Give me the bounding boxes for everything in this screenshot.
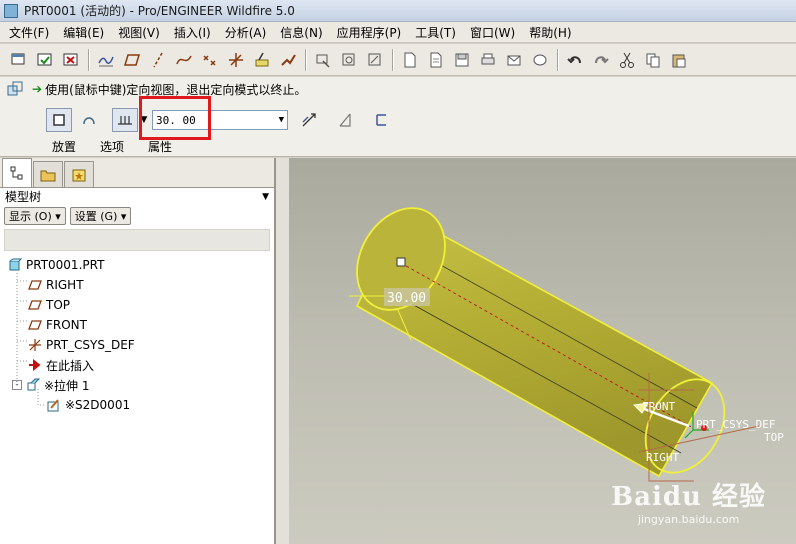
menu-insert[interactable]: 插入(I) bbox=[167, 24, 218, 41]
tree-item-label: ※S2D0001 bbox=[65, 398, 131, 412]
message-arrow-icon: ➔ bbox=[32, 82, 43, 96]
title-bar: PRT0001 (活动的) - Pro/ENGINEER Wildfire 5.… bbox=[0, 0, 796, 22]
datum-label-right: RIGHT bbox=[646, 451, 679, 464]
watermark-url: jingyan.baidu.com bbox=[637, 513, 740, 526]
menu-window[interactable]: 窗口(W) bbox=[463, 24, 522, 41]
menu-bar: 文件(F) 编辑(E) 视图(V) 插入(I) 分析(A) 信息(N) 应用程序… bbox=[0, 22, 796, 43]
redo-icon[interactable] bbox=[590, 49, 612, 71]
point-icon[interactable] bbox=[199, 49, 221, 71]
panel-splitter[interactable] bbox=[276, 158, 289, 544]
orient-icon[interactable] bbox=[338, 49, 360, 71]
highlight-annotation-box bbox=[139, 96, 211, 140]
toolbar-separator bbox=[88, 48, 89, 71]
blind-depth-icon bbox=[118, 116, 132, 125]
layer-icon[interactable] bbox=[8, 49, 30, 71]
window-title: PRT0001 (活动的) - Pro/ENGINEER Wildfire 5.… bbox=[24, 4, 295, 18]
datum-label-front: FRONT bbox=[642, 400, 675, 413]
message-text: 使用(鼠标中键)定向视图，退出定向模式以终止。 bbox=[45, 82, 307, 97]
regen-icon[interactable] bbox=[34, 49, 56, 71]
model-tree-icon bbox=[10, 166, 23, 180]
tab-model-tree[interactable] bbox=[2, 158, 32, 187]
tab-options[interactable]: 选项 bbox=[88, 136, 136, 157]
analysis-icon[interactable] bbox=[277, 49, 299, 71]
print-icon[interactable] bbox=[477, 49, 499, 71]
depth-option-button[interactable] bbox=[112, 108, 138, 132]
surface-icon bbox=[83, 117, 95, 125]
save-icon[interactable] bbox=[451, 49, 473, 71]
dimension-label[interactable]: 30.00 bbox=[387, 291, 426, 306]
cut-icon[interactable] bbox=[616, 49, 638, 71]
dashboard-controls: ▼ 30. 00 ▼ bbox=[46, 107, 398, 133]
remove-material-button[interactable] bbox=[332, 108, 358, 132]
flip-direction-button[interactable] bbox=[296, 108, 322, 132]
mail-icon[interactable] bbox=[529, 49, 551, 71]
solid-toggle-button[interactable] bbox=[46, 108, 72, 132]
sketch-icon[interactable] bbox=[251, 49, 273, 71]
menu-help[interactable]: 帮助(H) bbox=[522, 24, 578, 41]
csys-icon[interactable] bbox=[225, 49, 247, 71]
chevron-down-icon[interactable]: ▼ bbox=[262, 192, 269, 202]
tab-folder-browser[interactable] bbox=[33, 161, 63, 187]
thicken-sketch-button[interactable] bbox=[368, 108, 394, 132]
thicken-icon bbox=[376, 114, 386, 126]
open-icon[interactable] bbox=[425, 49, 447, 71]
undo-icon[interactable] bbox=[564, 49, 586, 71]
depth-drag-handle[interactable] bbox=[396, 257, 406, 267]
flip-direction-icon bbox=[302, 113, 316, 127]
remove-material-icon bbox=[339, 113, 351, 127]
model-tree-title: 模型树 bbox=[5, 190, 42, 204]
datum-label-csys: PRT_CSYS_DEF bbox=[696, 418, 775, 431]
datum-axis-icon[interactable] bbox=[95, 49, 117, 71]
menu-file[interactable]: 文件(F) bbox=[2, 24, 56, 41]
model-tree-controls: 显示 (O) ▾ 设置 (G) ▾ bbox=[0, 205, 274, 227]
watermark: Baidu 经验 jingyan.baidu.com bbox=[611, 476, 766, 526]
menu-view[interactable]: 视图(V) bbox=[111, 24, 167, 41]
surface-toggle-button[interactable] bbox=[76, 108, 102, 132]
menu-analysis[interactable]: 分析(A) bbox=[218, 24, 274, 41]
axis-icon[interactable] bbox=[147, 49, 169, 71]
main-toolbar bbox=[0, 44, 796, 76]
model-tree-search-bar bbox=[4, 229, 270, 251]
toolbar-separator bbox=[392, 48, 393, 71]
menu-tools[interactable]: 工具(T) bbox=[408, 24, 463, 41]
tree-connector-lines bbox=[15, 273, 44, 406]
settings-button[interactable]: 设置 (G) ▾ bbox=[69, 207, 132, 225]
favorites-icon bbox=[72, 169, 86, 181]
copy-icon[interactable] bbox=[642, 49, 664, 71]
model-tree-panel: 模型树 ▼ 显示 (O) ▾ 设置 (G) ▾ PRT0001.PRT RIGH… bbox=[0, 158, 276, 544]
model-tree-header: 模型树 ▼ bbox=[0, 188, 274, 205]
watermark-logo: Baidu 经验 bbox=[611, 482, 766, 512]
toolbar-separator bbox=[305, 48, 306, 71]
spin-icon[interactable] bbox=[364, 49, 386, 71]
menu-info[interactable]: 信息(N) bbox=[273, 24, 329, 41]
chevron-down-icon[interactable]: ▼ bbox=[279, 115, 284, 125]
orient-mode-icon[interactable] bbox=[0, 77, 30, 101]
show-button[interactable]: 显示 (O) ▾ bbox=[4, 207, 66, 225]
graphics-viewport[interactable]: 30.00 FRONT PRT_CSYS_DEF TOP RIGHT Baidu… bbox=[289, 158, 796, 544]
datum-plane-icon[interactable] bbox=[121, 49, 143, 71]
tab-placement[interactable]: 放置 bbox=[40, 136, 88, 157]
app-icon bbox=[4, 3, 18, 18]
tab-favorites[interactable] bbox=[64, 161, 94, 187]
new-icon[interactable] bbox=[399, 49, 421, 71]
curve-icon[interactable] bbox=[173, 49, 195, 71]
model-tree-list: PRT0001.PRT RIGHT TOP FRONT PRT_CSYS_DEF… bbox=[0, 251, 274, 415]
folder-icon bbox=[40, 170, 56, 181]
message-bar: ➔ 使用(鼠标中键)定向视图，退出定向模式以终止。 bbox=[0, 77, 796, 101]
paste-icon[interactable] bbox=[668, 49, 690, 71]
toolbar-separator bbox=[557, 48, 558, 71]
menu-edit[interactable]: 编辑(E) bbox=[56, 24, 111, 41]
menu-applications[interactable]: 应用程序(P) bbox=[330, 24, 409, 41]
close-window-icon[interactable] bbox=[60, 49, 82, 71]
datum-label-top: TOP bbox=[764, 431, 784, 444]
navigator-tabs bbox=[0, 158, 274, 188]
solid-icon bbox=[53, 114, 65, 126]
mail-icon[interactable] bbox=[503, 49, 525, 71]
view-icon[interactable] bbox=[312, 49, 334, 71]
extrude-dashboard: ▼ 30. 00 ▼ 放置 选项 属性 bbox=[0, 101, 796, 157]
